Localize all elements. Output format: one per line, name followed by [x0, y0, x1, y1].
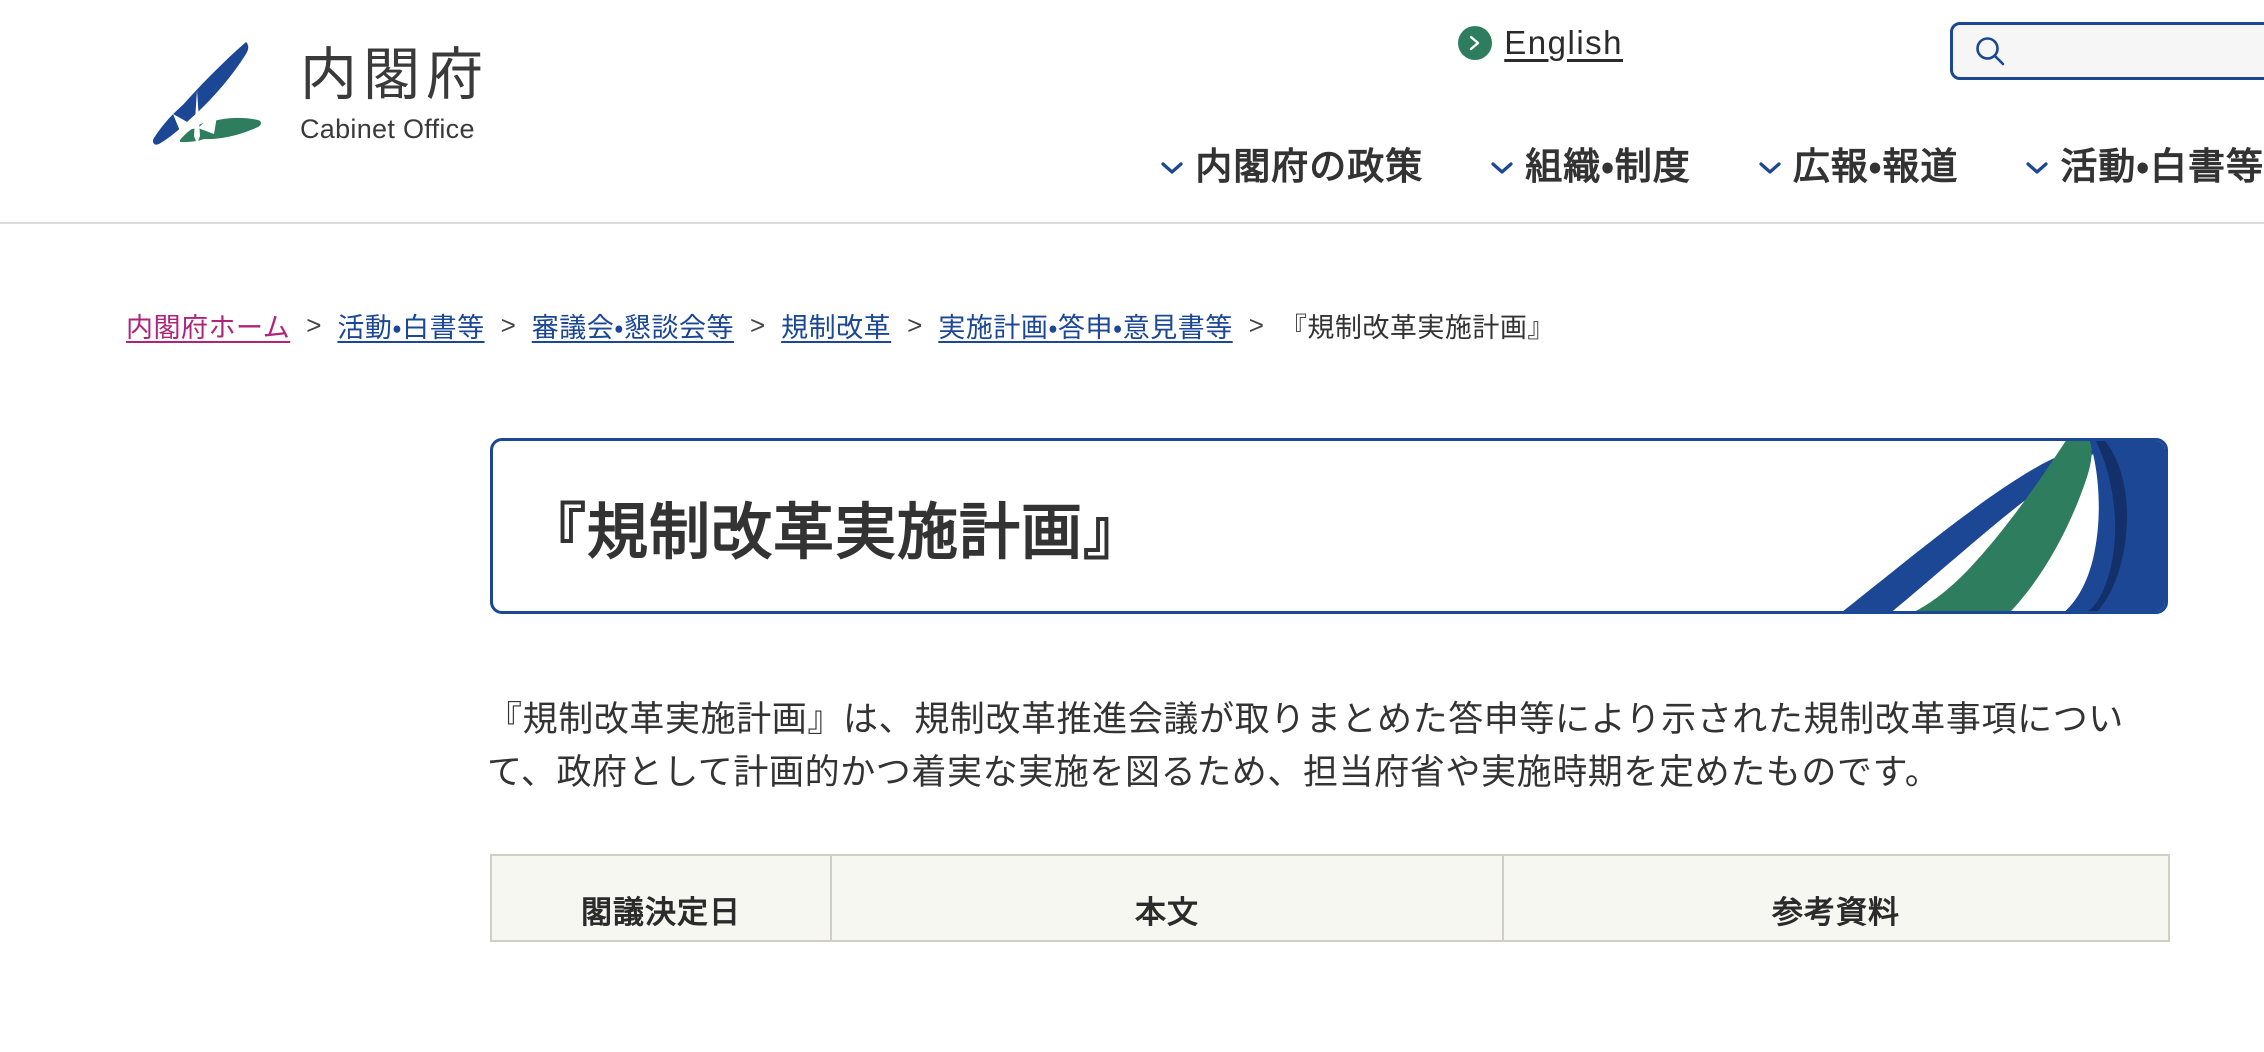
nav-item-label: 活動・白書等: [2060, 146, 2264, 187]
nav-item-label: 組織・制度: [1525, 146, 1691, 187]
breadcrumb-separator: >: [500, 310, 516, 340]
search-input[interactable]: [2021, 37, 2264, 65]
table-header-row: 閣議決定日 本文 参考資料: [490, 854, 2170, 943]
nav-item-organization[interactable]: 組織・制度: [1491, 136, 1691, 190]
nav-item-label: 内閣府の政策: [1195, 146, 1424, 187]
page-title: 『規制改革実施計画』: [525, 497, 1146, 566]
nav-item-publicrelations[interactable]: 広報・報道: [1759, 136, 1959, 190]
breadcrumb-separator: >: [1248, 310, 1264, 340]
breadcrumb-item-plans-reports[interactable]: 実施計画・答申・意見書等: [938, 306, 1232, 345]
site-header: 内閣府 Cabinet Office English 内閣府の政策 組織・制度 …: [0, 0, 2264, 224]
chevron-down-icon: [1161, 142, 1183, 184]
logo-text-jp: 内閣府: [300, 43, 489, 107]
breadcrumb-separator: >: [306, 310, 322, 340]
breadcrumb-item-councils[interactable]: 審議会・懇談会等: [532, 306, 734, 345]
nav-item-label: 広報・報道: [1792, 146, 1959, 187]
breadcrumb-item-regulatory-reform[interactable]: 規制改革: [781, 306, 891, 345]
nav-item-policies[interactable]: 内閣府の政策: [1161, 136, 1423, 190]
breadcrumb: 内閣府ホーム > 活動・白書等 > 審議会・懇談会等 > 規制改革 > 実施計画…: [0, 224, 2264, 345]
table-header-cabinet-decision-date: 閣議決定日: [490, 854, 832, 943]
english-language-link[interactable]: English: [1458, 24, 1623, 62]
banner-leaf-decoration: [1827, 441, 2165, 611]
documents-table: 閣議決定日 本文 参考資料: [490, 854, 2170, 943]
breadcrumb-separator: >: [907, 310, 923, 340]
breadcrumb-item-current: 『規制改革実施計画』: [1279, 313, 1555, 343]
chevron-down-icon: [1491, 142, 1513, 184]
table-header-reference-materials: 参考資料: [1502, 854, 2170, 943]
table-header-main-text: 本文: [830, 854, 1504, 943]
breadcrumb-item-activities[interactable]: 活動・白書等: [337, 306, 484, 345]
page-title-banner: 『規制改革実施計画』: [490, 438, 2168, 614]
chevron-down-icon: [2026, 142, 2049, 184]
nav-item-activities[interactable]: 活動・白書等: [2026, 136, 2264, 190]
search-box[interactable]: [1950, 22, 2264, 80]
global-navigation: 内閣府の政策 組織・制度 広報・報道 活動・白書等: [0, 136, 2264, 190]
search-icon: [1973, 34, 2007, 68]
main-content: 『規制改革実施計画』 『規制改革実施計画』は、規制改革推進会議が取りまとめた答申…: [0, 438, 2264, 943]
circle-arrow-right-icon: [1458, 26, 1493, 60]
breadcrumb-item-home[interactable]: 内閣府ホーム: [126, 306, 290, 345]
lead-paragraph: 『規制改革実施計画』は、規制改革推進会議が取りまとめた答申等により示された規制改…: [487, 700, 2124, 793]
chevron-down-icon: [1759, 142, 1781, 184]
breadcrumb-separator: >: [749, 310, 766, 340]
english-link-label: English: [1504, 24, 1623, 61]
